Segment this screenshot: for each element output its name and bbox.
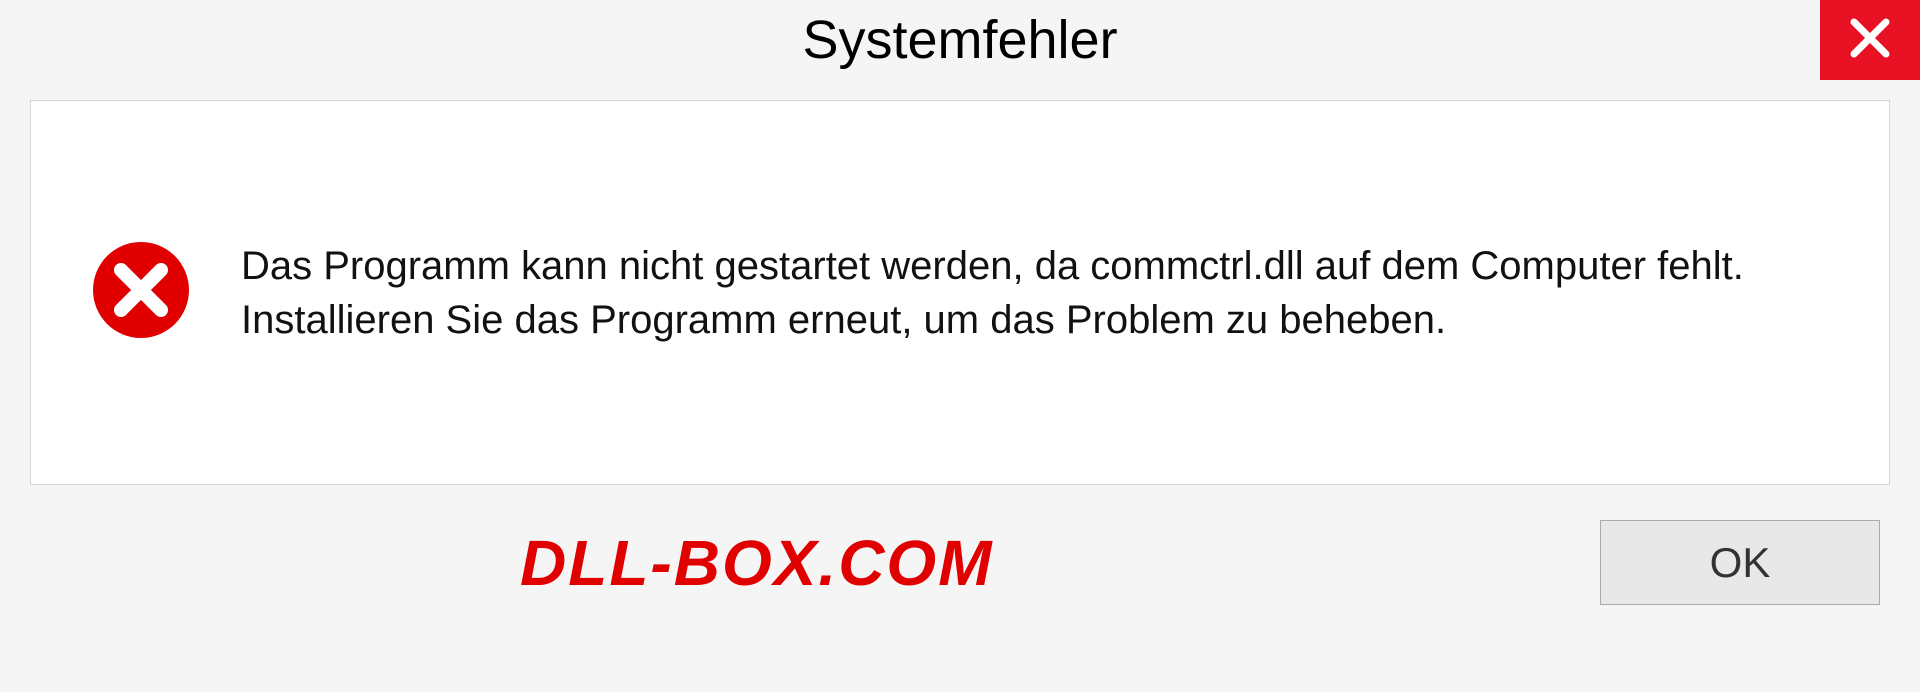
ok-button[interactable]: OK [1600, 520, 1880, 605]
error-dialog: Systemfehler Das Programm kann nicht ges… [0, 0, 1920, 692]
bottom-bar: DLL-BOX.COM OK [0, 485, 1920, 605]
title-bar: Systemfehler [0, 0, 1920, 80]
ok-button-label: OK [1710, 539, 1771, 587]
error-icon [91, 240, 191, 345]
watermark-text: DLL-BOX.COM [520, 526, 994, 600]
dialog-title: Systemfehler [802, 9, 1117, 71]
error-message: Das Programm kann nicht gestartet werden… [241, 239, 1829, 347]
close-button[interactable] [1820, 0, 1920, 80]
close-icon [1848, 16, 1892, 65]
content-panel: Das Programm kann nicht gestartet werden… [30, 100, 1890, 485]
